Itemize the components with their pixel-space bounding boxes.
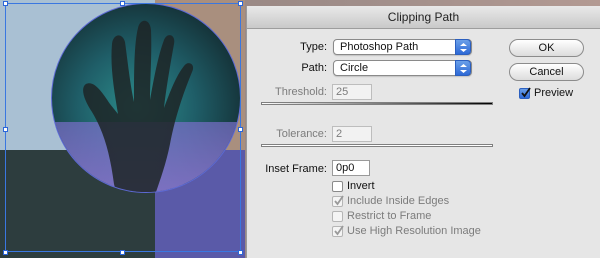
path-select[interactable]: Circle — [333, 60, 472, 76]
include-inside-edges-checkbox[interactable] — [332, 195, 344, 207]
path-label: Path: — [301, 62, 327, 74]
clipping-path-dialog: Clipping Path Type: Photoshop Path Path:… — [246, 6, 600, 258]
path-select-value: Circle — [340, 62, 369, 74]
frame-handle-middle-left[interactable] — [3, 127, 8, 132]
select-arrows-icon — [455, 60, 471, 76]
tolerance-field[interactable]: 2 — [332, 126, 372, 142]
frame-handle-bottom-center[interactable] — [120, 250, 125, 255]
preview-label: Preview — [534, 87, 574, 99]
inset-frame-label: Inset Frame: — [265, 163, 327, 175]
restrict-to-frame-checkbox[interactable] — [332, 211, 343, 222]
type-select[interactable]: Photoshop Path — [333, 39, 472, 55]
tolerance-slider[interactable] — [261, 144, 493, 147]
ok-button[interactable]: OK — [509, 39, 584, 57]
checkmark-icon — [334, 195, 344, 206]
select-arrows-icon — [455, 39, 471, 55]
frame-handle-middle-right[interactable] — [238, 127, 243, 132]
invert-label: Invert — [347, 180, 375, 192]
checkmark-icon — [521, 87, 531, 98]
selected-frame[interactable] — [5, 3, 241, 252]
cancel-button[interactable]: Cancel — [509, 63, 584, 81]
include-inside-edges-label: Include Inside Edges — [347, 195, 450, 207]
invert-checkbox[interactable] — [332, 181, 343, 192]
threshold-slider[interactable] — [261, 102, 493, 105]
use-high-resolution-checkbox[interactable] — [332, 225, 344, 237]
restrict-to-frame-label: Restrict to Frame — [347, 210, 432, 222]
use-high-resolution-label: Use High Resolution Image — [347, 225, 481, 237]
type-select-value: Photoshop Path — [340, 41, 419, 53]
checkmark-icon — [334, 225, 344, 236]
frame-handle-top-right[interactable] — [238, 1, 243, 6]
frame-handle-top-left[interactable] — [3, 1, 8, 6]
type-label: Type: — [300, 41, 327, 53]
frame-handle-bottom-right[interactable] — [238, 250, 243, 255]
preview-checkbox[interactable] — [519, 87, 531, 99]
threshold-field[interactable]: 25 — [332, 84, 372, 100]
frame-handle-top-center[interactable] — [120, 1, 125, 6]
frame-handle-bottom-left[interactable] — [3, 250, 8, 255]
dialog-title: Clipping Path — [247, 6, 600, 29]
tolerance-label: Tolerance: — [276, 128, 327, 140]
threshold-label: Threshold: — [275, 86, 327, 98]
inset-frame-field[interactable]: 0p0 — [332, 160, 370, 176]
